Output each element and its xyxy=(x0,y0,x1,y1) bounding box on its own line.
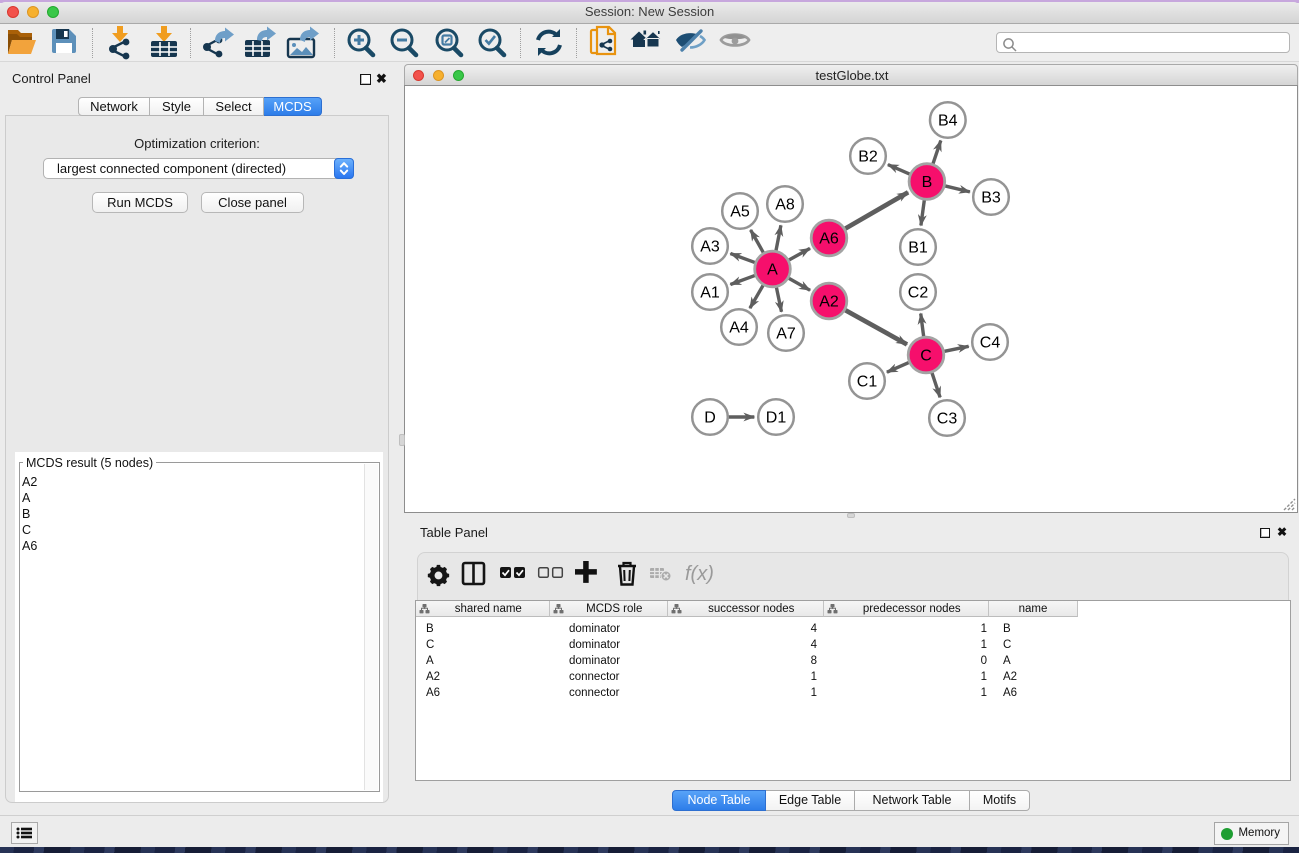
svg-text:B1: B1 xyxy=(908,240,928,257)
svg-text:A2: A2 xyxy=(819,294,839,311)
svg-text:A1: A1 xyxy=(700,285,720,302)
svg-text:f(x): f(x) xyxy=(685,563,714,585)
svg-text:A3: A3 xyxy=(700,239,720,256)
svg-text:C3: C3 xyxy=(937,411,958,428)
svg-text:A6: A6 xyxy=(819,231,839,248)
svg-text:A5: A5 xyxy=(730,204,750,221)
svg-text:A8: A8 xyxy=(775,197,795,214)
svg-text:C4: C4 xyxy=(980,335,1001,352)
svg-text:B2: B2 xyxy=(858,149,878,166)
svg-text:B4: B4 xyxy=(938,113,958,130)
svg-text:C2: C2 xyxy=(908,285,929,302)
svg-text:C: C xyxy=(920,348,932,365)
svg-text:A4: A4 xyxy=(729,320,749,337)
svg-text:A7: A7 xyxy=(776,326,796,343)
svg-text:D: D xyxy=(704,410,716,427)
svg-text:B: B xyxy=(922,174,933,191)
svg-text:A: A xyxy=(767,262,778,279)
svg-text:B3: B3 xyxy=(981,190,1001,207)
svg-text:C1: C1 xyxy=(857,374,878,391)
svg-text:D1: D1 xyxy=(766,410,787,427)
